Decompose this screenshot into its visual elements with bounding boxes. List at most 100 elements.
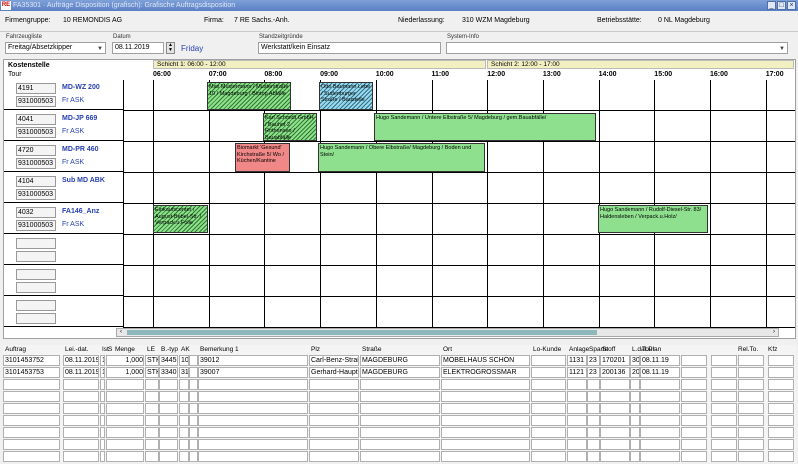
table-row[interactable]	[3, 439, 796, 451]
table-cell[interactable]: 08.11.19	[640, 355, 680, 366]
table-cell[interactable]: Gerhard-Hauptmann-Pla	[309, 367, 359, 378]
table-cell[interactable]	[738, 391, 764, 402]
table-cell[interactable]	[600, 415, 630, 426]
table-cell[interactable]	[179, 439, 189, 450]
table-cell[interactable]	[189, 367, 198, 378]
column-header[interactable]: Straße	[362, 346, 382, 353]
vehicle-row[interactable]: 4720 931000503 MD-PR 460 Fr ASK	[4, 142, 123, 172]
table-cell[interactable]	[681, 403, 707, 414]
job-block[interactable]: Einkaufscenter / August-Bebel-Str. / Ver…	[153, 205, 208, 233]
job-block[interactable]: Hugo Sandemann / Obere Elbstraße/ Magdeb…	[318, 143, 485, 172]
table-cell[interactable]	[630, 439, 640, 450]
table-cell[interactable]	[738, 451, 764, 462]
datum-field[interactable]: 08.11.2019	[112, 42, 164, 54]
column-header[interactable]: Stoff	[602, 346, 615, 353]
table-cell[interactable]: STK	[145, 367, 159, 378]
table-cell[interactable]	[587, 451, 600, 462]
horizontal-scrollbar[interactable]: ‹ ›	[116, 328, 779, 337]
column-header[interactable]: Tour	[642, 346, 655, 353]
table-cell[interactable]	[159, 403, 178, 414]
table-cell[interactable]: 1	[100, 355, 105, 366]
table-cell[interactable]: MÖBELHAUS SCHÖN	[441, 355, 530, 366]
table-cell[interactable]	[600, 379, 630, 390]
column-header[interactable]: AK	[181, 346, 190, 353]
table-cell[interactable]	[106, 439, 144, 450]
table-cell[interactable]	[640, 415, 680, 426]
table-cell[interactable]	[198, 439, 308, 450]
table-cell[interactable]	[145, 391, 159, 402]
table-cell[interactable]	[600, 427, 630, 438]
table-cell[interactable]	[3, 427, 60, 438]
table-cell[interactable]	[587, 391, 600, 402]
table-cell[interactable]	[600, 391, 630, 402]
table-cell[interactable]	[711, 451, 737, 462]
column-header[interactable]: Menge	[115, 346, 135, 353]
table-cell[interactable]	[531, 403, 566, 414]
table-cell[interactable]: 39012	[198, 355, 308, 366]
table-row[interactable]	[3, 403, 796, 415]
column-header[interactable]: Lo-Kunde	[533, 346, 561, 353]
table-cell[interactable]	[600, 439, 630, 450]
table-cell[interactable]	[106, 391, 144, 402]
table-cell[interactable]	[640, 439, 680, 450]
table-cell[interactable]	[309, 403, 359, 414]
table-cell[interactable]	[63, 415, 99, 426]
column-header[interactable]: Lei.-dat.	[65, 346, 89, 353]
table-cell[interactable]	[567, 427, 587, 438]
table-row[interactable]	[3, 415, 796, 427]
table-cell[interactable]	[640, 451, 680, 462]
table-cell[interactable]	[145, 427, 159, 438]
table-cell[interactable]	[681, 415, 707, 426]
table-cell[interactable]	[768, 439, 794, 450]
table-cell[interactable]	[738, 355, 764, 366]
table-cell[interactable]	[441, 439, 530, 450]
table-cell[interactable]	[681, 379, 707, 390]
table-cell[interactable]	[531, 367, 566, 378]
job-block[interactable]: Hugo Sandemann / Rudolf-Diesel-Str. 83/ …	[598, 205, 708, 233]
scroll-thumb[interactable]	[127, 330, 597, 335]
table-cell[interactable]	[309, 379, 359, 390]
table-cell[interactable]: 1121	[567, 367, 587, 378]
table-cell[interactable]	[189, 427, 198, 438]
table-cell[interactable]	[587, 415, 600, 426]
table-cell[interactable]	[711, 367, 737, 378]
table-cell[interactable]	[189, 439, 198, 450]
table-cell[interactable]: 08.11.2019	[63, 367, 99, 378]
table-cell[interactable]: MAGDEBURG	[360, 355, 440, 366]
job-block[interactable]: Max Mustermann / Musterstraße 10 / Magde…	[207, 82, 291, 110]
table-cell[interactable]	[3, 391, 60, 402]
table-cell[interactable]	[100, 391, 105, 402]
table-cell[interactable]	[441, 403, 530, 414]
table-cell[interactable]	[179, 403, 189, 414]
table-cell[interactable]	[681, 451, 707, 462]
vehicle-row[interactable]: 4041 931000503 MD-JP 669 Fr ASK	[4, 111, 123, 141]
table-cell[interactable]: 3445	[159, 355, 178, 366]
table-cell[interactable]	[681, 427, 707, 438]
table-cell[interactable]	[100, 451, 105, 462]
table-cell[interactable]	[145, 415, 159, 426]
table-row[interactable]	[3, 451, 796, 463]
table-cell[interactable]	[681, 439, 707, 450]
table-cell[interactable]: 170201	[600, 355, 630, 366]
vehicle-row[interactable]: 4104 931000503 Sub MD ABK	[4, 173, 123, 203]
table-cell[interactable]: STK	[145, 355, 159, 366]
table-cell[interactable]	[159, 379, 178, 390]
table-cell[interactable]	[159, 439, 178, 450]
vehicle-row[interactable]: 4191 931000503 MD-WZ 200 Fr ASK	[4, 80, 123, 110]
table-cell[interactable]: 23	[587, 367, 600, 378]
table-cell[interactable]	[3, 403, 60, 414]
table-cell[interactable]	[198, 451, 308, 462]
table-cell[interactable]	[600, 403, 630, 414]
minimize-button[interactable]: _	[767, 1, 776, 10]
column-header[interactable]: S	[108, 346, 112, 353]
standzeit-field[interactable]: Werkstatt/kein Einsatz	[258, 42, 441, 54]
table-cell[interactable]	[567, 415, 587, 426]
table-cell[interactable]: 1131	[567, 355, 587, 366]
table-cell[interactable]: 39007	[198, 367, 308, 378]
column-header[interactable]: Bemerkung 1	[200, 346, 239, 353]
table-cell[interactable]	[531, 415, 566, 426]
table-cell[interactable]	[3, 415, 60, 426]
column-header[interactable]: Kfz	[768, 346, 777, 353]
table-cell[interactable]	[145, 403, 159, 414]
table-cell[interactable]	[100, 415, 105, 426]
